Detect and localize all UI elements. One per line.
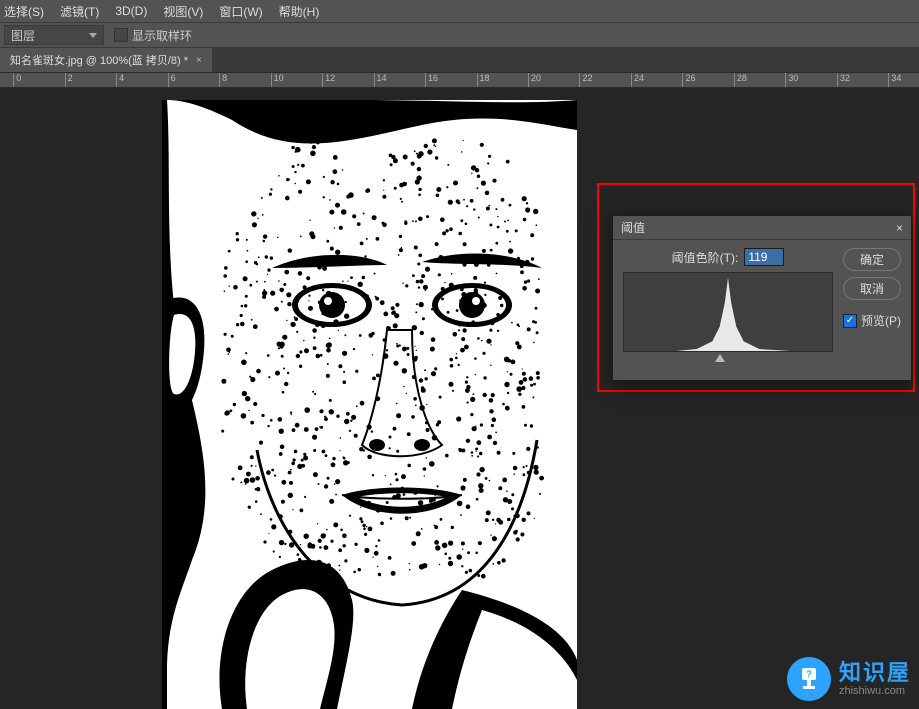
menu-bar: 选择(S) 滤镜(T) 3D(D) 视图(V) 窗口(W) 帮助(H) xyxy=(0,0,919,22)
menu-window[interactable]: 窗口(W) xyxy=(219,3,262,20)
canvas-area: 阈值 × 阈值色阶(T): 确定 取消 xyxy=(0,88,919,709)
watermark-badge-icon: ? xyxy=(787,657,831,701)
ruler-tick: 18 xyxy=(477,73,490,88)
svg-text:?: ? xyxy=(806,669,812,679)
sample-ring-label: 显示取样环 xyxy=(132,27,192,44)
menu-help[interactable]: 帮助(H) xyxy=(279,3,320,20)
sample-ring-checkbox[interactable] xyxy=(114,28,128,42)
options-bar: 图层 显示取样环 xyxy=(0,22,919,48)
ruler-tick: 0 xyxy=(13,73,21,88)
cancel-button[interactable]: 取消 xyxy=(843,277,901,300)
ruler-tick: 10 xyxy=(271,73,284,88)
ruler-tick: 22 xyxy=(579,73,592,88)
ruler-tick: 32 xyxy=(837,73,850,88)
ruler-tick: 4 xyxy=(116,73,124,88)
preview-label: 预览(P) xyxy=(861,312,901,329)
watermark-url: zhishiwu.com xyxy=(839,685,911,697)
close-icon[interactable]: × xyxy=(896,221,903,235)
threshold-dialog: 阈值 × 阈值色阶(T): 确定 取消 xyxy=(612,215,912,381)
ok-button[interactable]: 确定 xyxy=(843,248,901,271)
threshold-input[interactable] xyxy=(744,248,784,266)
menu-view[interactable]: 视图(V) xyxy=(163,3,203,20)
ruler-tick: 26 xyxy=(682,73,695,88)
watermark: ? 知识屋 zhishiwu.com xyxy=(787,657,911,701)
ruler-tick: 16 xyxy=(425,73,438,88)
threshold-artwork xyxy=(162,100,577,709)
ruler-tick: 6 xyxy=(168,73,176,88)
threshold-slider[interactable] xyxy=(623,356,833,366)
ruler-tick: 12 xyxy=(322,73,335,88)
ruler-tick: 14 xyxy=(374,73,387,88)
document-tab-bar: 知名雀斑女.jpg @ 100%(蓝 拷贝/8) * × xyxy=(0,48,919,72)
histogram xyxy=(623,272,833,352)
ruler-tick: 30 xyxy=(785,73,798,88)
close-tab-icon[interactable]: × xyxy=(196,55,202,66)
ruler-tick: 28 xyxy=(734,73,747,88)
watermark-title: 知识屋 xyxy=(839,661,911,685)
document-canvas[interactable] xyxy=(162,100,577,709)
ruler-tick: 2 xyxy=(65,73,73,88)
ruler-horizontal: 0246810121416182022242628303234 xyxy=(0,72,919,88)
document-tab[interactable]: 知名雀斑女.jpg @ 100%(蓝 拷贝/8) * × xyxy=(0,48,212,72)
ruler-tick: 8 xyxy=(219,73,227,88)
ruler-tick: 34 xyxy=(888,73,901,88)
slider-thumb-icon[interactable] xyxy=(715,354,725,362)
menu-filter[interactable]: 滤镜(T) xyxy=(60,3,99,20)
dialog-titlebar[interactable]: 阈值 × xyxy=(613,216,911,240)
threshold-label: 阈值色阶(T): xyxy=(672,249,739,266)
ruler-tick: 20 xyxy=(528,73,541,88)
dialog-title: 阈值 xyxy=(621,219,645,236)
menu-select[interactable]: 选择(S) xyxy=(4,3,44,20)
ruler-tick: 24 xyxy=(631,73,644,88)
document-tab-title: 知名雀斑女.jpg @ 100%(蓝 拷贝/8) * xyxy=(10,52,188,68)
preview-checkbox[interactable]: ✓ xyxy=(843,314,857,328)
menu-3d[interactable]: 3D(D) xyxy=(115,4,147,18)
layer-select[interactable]: 图层 xyxy=(4,25,104,45)
